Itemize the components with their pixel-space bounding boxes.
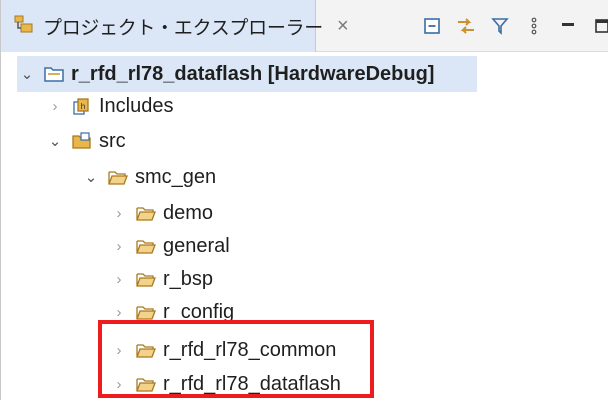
collapse-all-icon[interactable]	[421, 15, 443, 37]
smc-gen-label: smc_gen	[135, 165, 217, 188]
chevron-right-icon[interactable]: ›	[45, 98, 65, 115]
project-label: r_rfd_rl78_dataflash [HardwareDebug]	[71, 62, 435, 85]
link-with-editor-icon[interactable]	[455, 15, 477, 37]
src-label: src	[99, 129, 126, 152]
view-tab-bar: プロジェクト・エクスプローラー ×	[1, 0, 608, 52]
chevron-down-icon[interactable]: ⌄	[17, 65, 37, 83]
folder-label: demo	[163, 201, 214, 224]
chevron-down-icon[interactable]: ⌄	[81, 168, 101, 186]
filter-icon[interactable]	[489, 15, 511, 37]
view-title: プロジェクト・エクスプローラー	[43, 17, 323, 39]
view-toolbar	[421, 12, 608, 40]
tree-item-r-bsp[interactable]: › r_bsp	[109, 261, 214, 297]
view-menu-icon[interactable]	[523, 15, 545, 37]
source-folder-icon	[71, 130, 93, 152]
project-folder-icon	[43, 63, 65, 85]
folder-label: general	[163, 234, 230, 257]
chevron-right-icon[interactable]: ›	[109, 205, 129, 222]
includes-icon: h	[71, 95, 93, 117]
chevron-down-icon[interactable]: ⌄	[45, 132, 65, 150]
folder-open-icon	[135, 202, 157, 224]
chevron-right-icon[interactable]: ›	[109, 238, 129, 255]
project-explorer-view: プロジェクト・エクスプローラー × ⌄ r_rfd_rl78_dataflash…	[0, 0, 608, 400]
svg-text:h: h	[81, 102, 86, 111]
folder-open-icon	[135, 268, 157, 290]
tab-project-explorer[interactable]: プロジェクト・エクスプローラー ×	[1, 0, 349, 52]
tree-item-general[interactable]: › general	[109, 228, 230, 264]
chevron-right-icon[interactable]: ›	[109, 304, 129, 321]
tree-item-src[interactable]: ⌄ src	[45, 123, 126, 159]
chevron-right-icon[interactable]: ›	[109, 271, 129, 288]
annotation-highlight-box	[98, 320, 374, 398]
includes-label: Includes	[99, 94, 174, 117]
tree-item-demo[interactable]: › demo	[109, 195, 214, 231]
folder-open-icon	[135, 235, 157, 257]
tree-item-project[interactable]: ⌄ r_rfd_rl78_dataflash [HardwareDebug]	[17, 56, 477, 92]
tree-item-smc-gen[interactable]: ⌄ smc_gen	[81, 159, 216, 195]
folder-label: r_bsp	[163, 267, 214, 290]
minimize-icon[interactable]	[557, 15, 579, 37]
maximize-icon[interactable]	[591, 15, 608, 37]
project-explorer-icon	[13, 13, 35, 40]
close-icon[interactable]: ×	[337, 15, 349, 38]
tree-item-includes[interactable]: › h Includes	[45, 88, 174, 124]
folder-open-icon	[107, 166, 129, 188]
